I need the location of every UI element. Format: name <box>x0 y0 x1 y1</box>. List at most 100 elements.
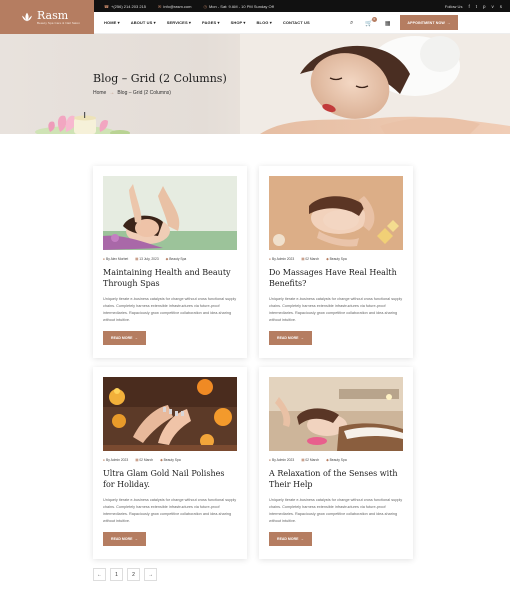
post-title[interactable]: Do Massages Have Real Health Benefits? <box>269 267 403 289</box>
tag-icon: ◆ <box>165 257 169 261</box>
nav-home[interactable]: HOME ▾ <box>104 20 120 25</box>
page-title: Blog – Grid (2 Columns) <box>93 72 227 85</box>
pagination: ← 1 2 → <box>93 568 157 581</box>
nail-manicure-image <box>103 377 237 451</box>
user-icon: ● <box>269 257 271 261</box>
post-category[interactable]: Beauty Spa <box>330 458 347 462</box>
arrow-right-icon: → <box>446 20 451 25</box>
post-thumbnail[interactable] <box>269 377 403 451</box>
read-more-label: READ MORE <box>277 336 299 340</box>
blog-card: ●By Alex Morbet ▦13 July, 2023 ◆Beauty S… <box>93 166 247 358</box>
post-category[interactable]: Beauty Spa <box>169 257 186 261</box>
menu-grid-icon[interactable]: ▦ <box>385 20 391 27</box>
hours-text: Mon - Sat: 9 AM - 10 PM Sunday Off <box>208 3 274 9</box>
user-icon: ● <box>103 257 105 261</box>
breadcrumb-arrow-icon: → <box>109 90 115 96</box>
blog-card: ●By Admin 2023 ▦02 March ◆Beauty Spa A R… <box>259 367 413 559</box>
calendar-icon: ▦ <box>135 458 139 462</box>
read-more-button[interactable]: READ MORE → <box>103 331 146 345</box>
page-1-button[interactable]: 1 <box>110 568 123 581</box>
user-icon: ● <box>103 458 105 462</box>
arrow-right-icon: → <box>300 537 304 541</box>
facebook-icon[interactable]: f <box>468 4 469 9</box>
post-meta: ●By Admin 2023 ▦02 March ◆Beauty Spa <box>269 257 347 261</box>
post-meta: ●By Admin 2023 ▦02 March ◆Beauty Spa <box>269 458 347 462</box>
breadcrumb: Home → Blog – Grid (2 Columns) <box>93 90 171 96</box>
post-date: 02 March <box>139 458 154 462</box>
post-thumbnail[interactable] <box>103 176 237 250</box>
read-more-label: READ MORE <box>111 336 133 340</box>
facial-massage-image <box>103 176 237 250</box>
appointment-label: APPOINTMENT NOW <box>407 20 445 25</box>
user-icon: ● <box>269 458 271 462</box>
twitter-icon[interactable]: t <box>476 4 477 9</box>
search-icon[interactable]: ⌕ <box>350 20 353 27</box>
email-text: info@rasm.com <box>163 3 192 9</box>
phone-info[interactable]: ☎ +(256) 214 203 215 <box>104 4 146 9</box>
lotus-logo-icon <box>22 12 32 22</box>
nav-about-us[interactable]: ABOUT US ▾ <box>131 20 156 25</box>
clock-icon: ◷ <box>203 3 207 9</box>
brand-tagline: Beauty Spa Care & Nail Salon <box>37 20 80 25</box>
page-2-button[interactable]: 2 <box>127 568 140 581</box>
skype-icon[interactable]: s <box>500 4 502 9</box>
social-links: f t p v s <box>468 4 502 9</box>
pinterest-icon[interactable]: p <box>483 4 486 9</box>
brand-name: Rasm <box>37 8 69 22</box>
read-more-label: READ MORE <box>277 537 299 541</box>
nav-pages[interactable]: PAGES ▾ <box>202 20 220 25</box>
post-author[interactable]: By Admin 2023 <box>106 458 128 462</box>
post-author[interactable]: By Admin 2023 <box>272 458 294 462</box>
follow-label: Follow Us <box>444 3 463 9</box>
nav-contact-us[interactable]: CONTACT US <box>283 20 310 25</box>
next-page-button[interactable]: → <box>144 568 157 581</box>
calendar-icon: ▦ <box>135 257 139 261</box>
mail-icon: ✉ <box>158 3 162 9</box>
vimeo-icon[interactable]: v <box>492 4 494 9</box>
post-author[interactable]: By Alex Morbet <box>106 257 128 261</box>
main-navigation: HOME ▾ ABOUT US ▾ SERVICES ▾ PAGES ▾ SHO… <box>94 12 510 34</box>
page-hero-banner: Blog – Grid (2 Columns) Home → Blog – Gr… <box>0 34 510 134</box>
post-category[interactable]: Beauty Spa <box>164 458 181 462</box>
post-thumbnail[interactable] <box>103 377 237 451</box>
phone-text: +(256) 214 203 215 <box>110 3 147 9</box>
calendar-icon: ▦ <box>301 458 305 462</box>
tag-icon: ◆ <box>160 458 163 462</box>
prev-page-button[interactable]: ← <box>93 568 106 581</box>
appointment-button[interactable]: APPOINTMENT NOW → <box>400 15 458 30</box>
tag-icon: ◆ <box>326 458 329 462</box>
post-excerpt: Uniquely iterate e-business catalysts fo… <box>269 297 403 322</box>
post-category[interactable]: Beauty Spa <box>330 257 347 261</box>
cart-count-badge: 0 <box>371 16 377 22</box>
nav-shop[interactable]: SHOP ▾ <box>231 20 246 25</box>
arrow-right-icon: → <box>134 336 138 340</box>
logo[interactable]: Rasm Beauty Spa Care & Nail Salon <box>0 0 94 34</box>
face-massage-image <box>269 176 403 250</box>
post-title[interactable]: Maintaining Health and Beauty Through Sp… <box>103 267 237 289</box>
phone-icon: ☎ <box>104 3 109 9</box>
post-excerpt: Uniquely iterate e-business catalysts fo… <box>269 498 403 523</box>
email-info[interactable]: ✉ info@rasm.com <box>158 4 191 9</box>
nav-blog[interactable]: BLOG ▾ <box>257 20 272 25</box>
top-info-bar: ☎ +(256) 214 203 215 ✉ info@rasm.com ◷ M… <box>94 0 510 12</box>
post-meta: ●By Admin 2023 ▦02 March ◆Beauty Spa <box>103 458 181 462</box>
post-excerpt: Uniquely iterate e-business catalysts fo… <box>103 498 237 523</box>
relaxing-spa-image <box>269 377 403 451</box>
post-author[interactable]: By Admin 2023 <box>272 257 294 261</box>
tag-icon: ◆ <box>326 257 329 261</box>
post-date: 02 March <box>305 458 320 462</box>
nav-services[interactable]: SERVICES ▾ <box>167 20 191 25</box>
blog-card: ●By Admin 2023 ▦02 March ◆Beauty Spa Do … <box>259 166 413 358</box>
read-more-button[interactable]: READ MORE → <box>269 331 312 345</box>
breadcrumb-home-link[interactable]: Home <box>93 90 106 96</box>
hours-info: ◷ Mon - Sat: 9 AM - 10 PM Sunday Off <box>203 4 273 9</box>
post-excerpt: Uniquely iterate e-business catalysts fo… <box>103 297 237 322</box>
post-title[interactable]: A Relaxation of the Senses with Their He… <box>269 468 403 490</box>
read-more-button[interactable]: READ MORE → <box>103 532 146 546</box>
cart-icon[interactable]: 🛒 0 <box>365 16 377 27</box>
read-more-button[interactable]: READ MORE → <box>269 532 312 546</box>
breadcrumb-current: Blog – Grid (2 Columns) <box>117 90 171 96</box>
post-thumbnail[interactable] <box>269 176 403 250</box>
post-title[interactable]: Ultra Glam Gold Nail Polishes for Holida… <box>103 468 237 490</box>
calendar-icon: ▦ <box>301 257 305 261</box>
